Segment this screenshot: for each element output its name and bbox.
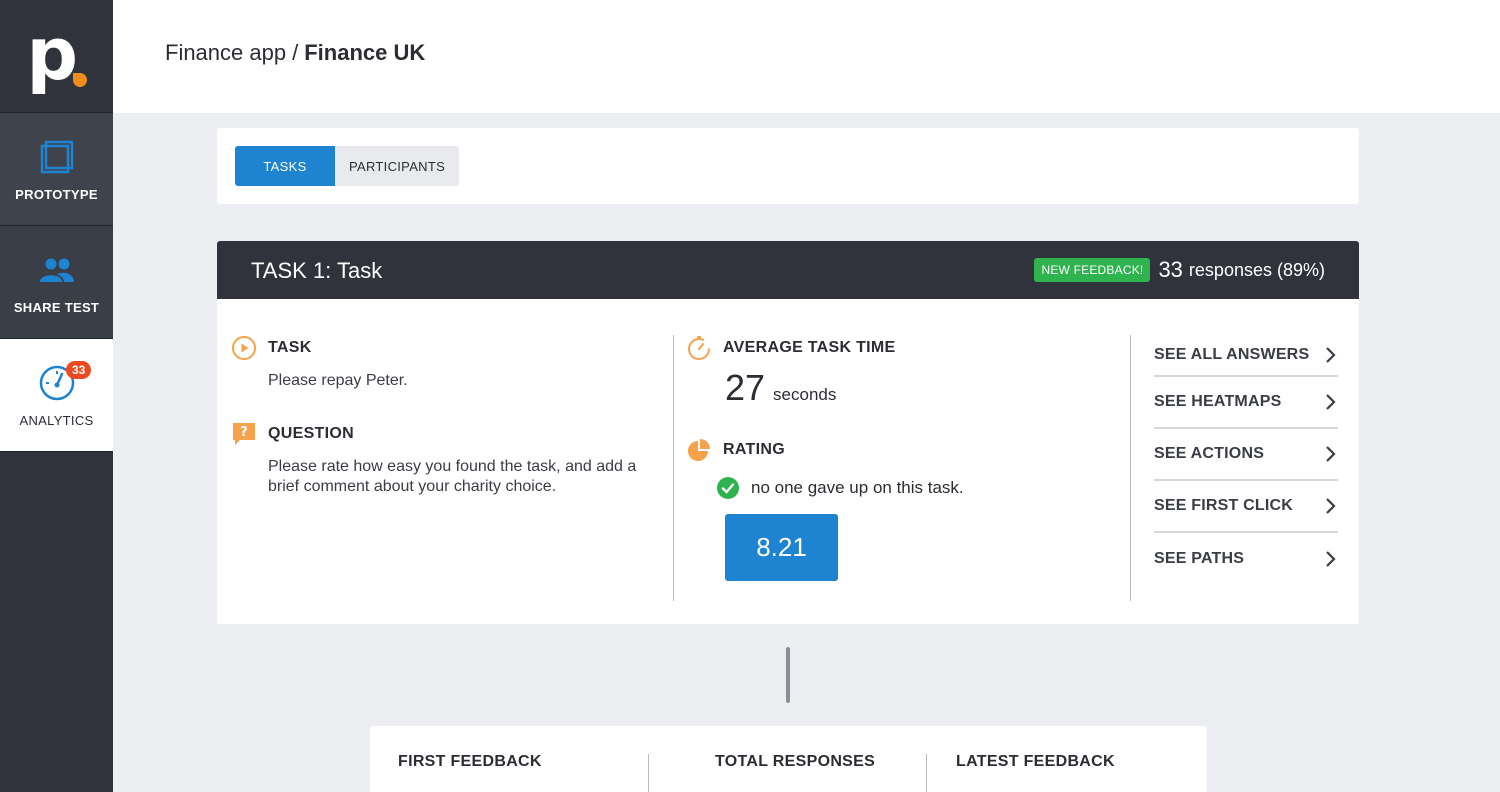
summary-divider (648, 754, 649, 792)
sidebar-item-label: PROTOTYPE (15, 186, 98, 202)
analytics-badge: 33 (66, 361, 92, 379)
latest-feedback-heading: LATEST FEEDBACK (956, 753, 1115, 770)
connector-line (786, 647, 790, 703)
avg-time-value: 27 seconds (725, 367, 1131, 409)
task-meta: NEW FEEDBACK! 33 responses (89%) (1034, 257, 1325, 283)
svg-text:?: ? (240, 425, 248, 440)
sidebar-item-label: SHARE TEST (13, 299, 100, 315)
link-label: SEE ACTIONS (1154, 445, 1265, 462)
link-label: SEE PATHS (1154, 550, 1245, 567)
logo-dot (72, 73, 87, 87)
chevron-right-icon (1326, 394, 1336, 410)
breadcrumb-current: Finance UK (304, 40, 426, 65)
response-text: responses (89%) (1188, 259, 1325, 280)
task-card: TASK 1: Task NEW FEEDBACK! 33 responses … (217, 241, 1359, 624)
people-icon (39, 258, 74, 282)
chevron-right-icon (1326, 551, 1336, 567)
tab-tasks[interactable]: TASKS (235, 146, 335, 186)
summary-divider (926, 754, 927, 792)
link-label: SEE HEATMAPS (1154, 393, 1282, 410)
tab-group: TASKS PARTICIPANTS (235, 146, 460, 186)
task-metrics: AVERAGE TASK TIME 27 seconds RATING no o… (673, 335, 1131, 601)
stopwatch-icon (688, 336, 710, 360)
link-label: SEE ALL ANSWERS (1154, 346, 1310, 363)
see-heatmaps-link[interactable]: SEE HEATMAPS (1154, 377, 1338, 429)
breadcrumb-parent[interactable]: Finance app (165, 40, 286, 65)
gave-up-status: no one gave up on this task. (717, 477, 1131, 499)
sidebar-item-share-test[interactable]: SHARE TEST (0, 226, 113, 339)
sidebar-item-analytics[interactable]: 33 ANALYTICS (0, 339, 113, 452)
link-label: SEE FIRST CLICK (1154, 497, 1294, 514)
task-heading-row: TASK (231, 335, 671, 361)
gave-up-text: no one gave up on this task. (751, 478, 964, 497)
breadcrumb-separator: / (292, 40, 299, 65)
avg-time-heading-row: AVERAGE TASK TIME (686, 335, 1131, 361)
task-heading: TASK (268, 339, 312, 356)
response-count: 33 (1158, 257, 1183, 282)
task-links: SEE ALL ANSWERS SEE HEATMAPS SEE ACTIONS… (1130, 335, 1345, 601)
page-header: Finance app / Finance UK (113, 0, 1500, 113)
question-heading-row: ? QUESTION (231, 421, 671, 447)
see-all-answers-link[interactable]: SEE ALL ANSWERS (1154, 335, 1338, 377)
total-responses-heading: TOTAL RESPONSES (715, 753, 876, 770)
first-feedback-heading: FIRST FEEDBACK (398, 753, 542, 770)
see-paths-link[interactable]: SEE PATHS (1154, 533, 1338, 585)
task-title: TASK 1: Task (251, 258, 383, 283)
pie-chart-icon (688, 439, 710, 461)
avg-time-heading: AVERAGE TASK TIME (723, 339, 896, 356)
task-details: TASK Please repay Peter. ? QUESTION Plea… (231, 335, 671, 497)
chevron-right-icon (1326, 446, 1336, 462)
summary-card: FIRST FEEDBACK TOTAL RESPONSES LATEST FE… (370, 726, 1207, 792)
breadcrumb: Finance app / Finance UK (165, 40, 425, 66)
task-block: TASK Please repay Peter. (231, 335, 671, 391)
chevron-right-icon (1326, 347, 1336, 363)
sidebar-item-prototype[interactable]: PROTOTYPE (0, 113, 113, 226)
task-text: Please repay Peter. (268, 372, 408, 389)
logo[interactable]: p (0, 0, 113, 113)
sidebar-item-label: ANALYTICS (19, 412, 94, 428)
play-icon (232, 336, 256, 360)
prototype-icon (40, 140, 73, 173)
new-feedback-badge[interactable]: NEW FEEDBACK! (1034, 258, 1151, 282)
see-actions-link[interactable]: SEE ACTIONS (1154, 429, 1338, 481)
tabs-card: TASKS PARTICIPANTS (217, 128, 1359, 204)
task-header: TASK 1: Task NEW FEEDBACK! 33 responses … (217, 241, 1359, 299)
logo-mark: p (26, 12, 87, 96)
see-first-click-link[interactable]: SEE FIRST CLICK (1154, 481, 1338, 533)
question-text: Please rate how easy you found the task,… (268, 458, 637, 495)
question-bubble-icon: ? (233, 423, 255, 445)
check-circle-icon (717, 477, 739, 499)
question-block: ? QUESTION Please rate how easy you foun… (231, 421, 671, 497)
chevron-right-icon (1326, 498, 1336, 514)
rating-heading-row: RATING (686, 437, 1131, 463)
sidebar: p PROTOTYPE SHARE TEST 33 ANALYTICS (0, 0, 113, 792)
tab-participants[interactable]: PARTICIPANTS (335, 146, 460, 186)
avg-time-number: 27 (725, 367, 766, 408)
logo-letter: p (26, 12, 79, 96)
question-heading: QUESTION (268, 425, 354, 442)
avg-time-unit: seconds (773, 385, 837, 404)
rating-score: 8.21 (725, 514, 838, 581)
rating-heading: RATING (723, 441, 785, 458)
